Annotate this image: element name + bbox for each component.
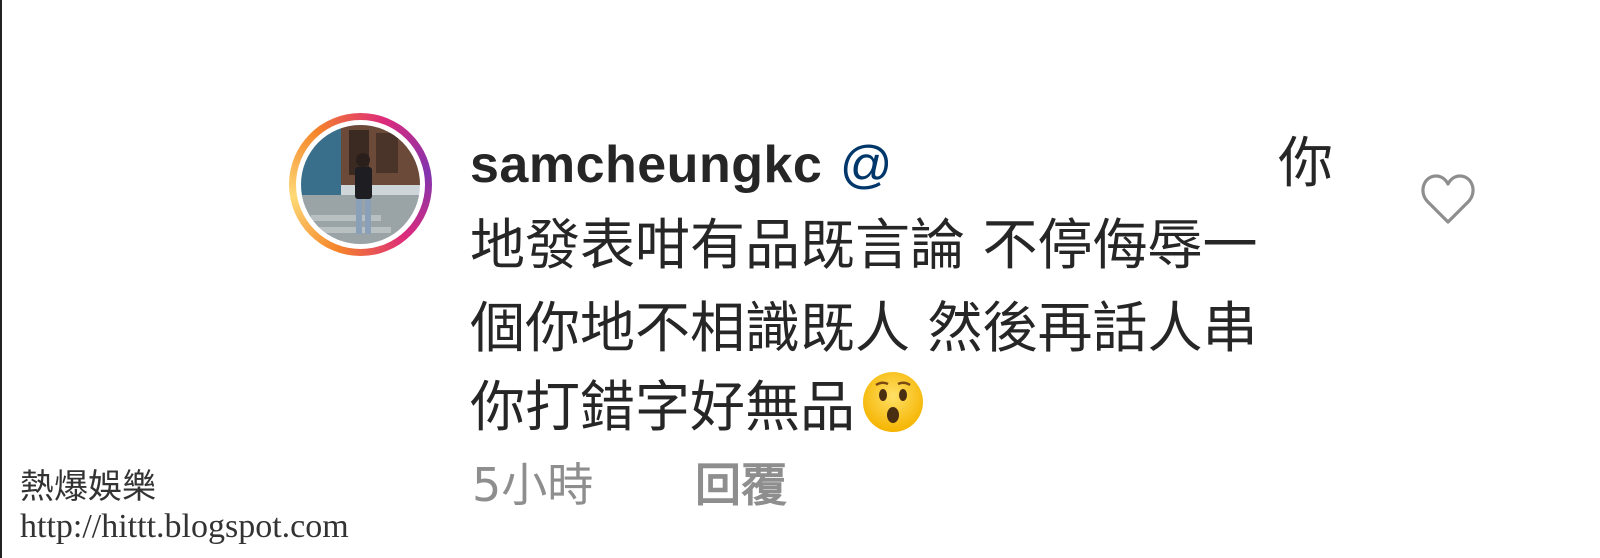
- comment-text-line-4: 你打錯字好無品: [470, 375, 856, 439]
- comment-mention[interactable]: @: [840, 136, 893, 194]
- comment-text-line-1: 你: [1278, 131, 1334, 195]
- avatar[interactable]: [301, 125, 420, 244]
- watermark-url: http://hittt.blogspot.com: [20, 508, 349, 545]
- comment-text-line-4-wrap: 你打錯字好無品: [470, 370, 925, 443]
- reply-button[interactable]: 回覆: [695, 462, 787, 508]
- comment-time: 5小時: [472, 458, 594, 512]
- comment-username[interactable]: samcheungkc: [470, 136, 822, 194]
- comment-text-line-3: 個你地不相識既人 然後再話人串: [470, 296, 1258, 360]
- comment-header-line: samcheungkc @: [470, 136, 893, 191]
- comment-text-line-2: 地發表咁有品既言論 不停侮辱一: [470, 213, 1258, 277]
- comment-screenshot: samcheungkc @ 你 地發表咁有品既言論 不停侮辱一 個你地不相識既人…: [0, 0, 1600, 558]
- watermark-title: 熱爆娛樂: [20, 467, 156, 507]
- hushed-face-emoji: [861, 370, 925, 443]
- avatar-gap: [296, 120, 425, 249]
- left-border: [0, 0, 2, 558]
- watermark: 熱爆娛樂 http://hittt.blogspot.com: [20, 470, 349, 544]
- heart-outline-icon[interactable]: [1420, 172, 1476, 226]
- avatar-story-ring[interactable]: [289, 113, 432, 256]
- avatar-photo: [301, 125, 420, 244]
